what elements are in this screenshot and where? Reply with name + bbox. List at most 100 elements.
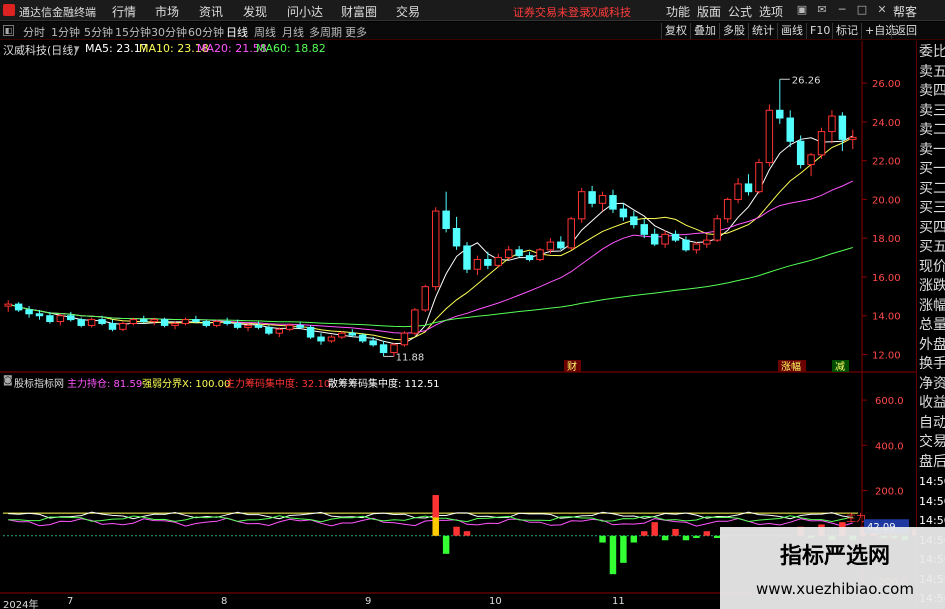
candle-body xyxy=(400,332,409,346)
candle-body xyxy=(46,315,54,323)
candle-body xyxy=(452,228,461,247)
price-tick-label: 24.00 xyxy=(872,118,901,129)
candle xyxy=(56,313,65,326)
candle-body xyxy=(286,324,294,330)
candle xyxy=(661,230,669,248)
candle-body xyxy=(171,322,179,326)
main-force-tag: 主力 xyxy=(846,512,866,525)
ma-lines xyxy=(8,135,854,345)
candle-body xyxy=(87,319,96,326)
candle-body xyxy=(369,340,377,346)
price-tick-label: 20.00 xyxy=(872,195,901,206)
candlestick-series[interactable] xyxy=(4,79,857,357)
candle-body xyxy=(160,319,169,326)
indicator-bar xyxy=(641,531,648,536)
candle-body xyxy=(4,303,12,307)
candle-body xyxy=(504,249,513,259)
candle xyxy=(452,216,461,250)
quote-panel-item: 买四 xyxy=(919,219,945,236)
candle-body xyxy=(25,309,33,315)
candle xyxy=(233,319,242,330)
indicator-bar xyxy=(599,535,606,543)
candle-body xyxy=(515,249,523,257)
candle-body xyxy=(296,324,304,328)
candle xyxy=(838,112,847,151)
quote-panel-item: 涨跌 xyxy=(919,278,945,294)
indicator-bar xyxy=(672,528,679,536)
candle-body xyxy=(119,322,127,330)
indicator-tick-label: 200.0 xyxy=(875,487,904,498)
candle-body xyxy=(682,239,690,251)
date-tick: 9 xyxy=(365,596,372,607)
candle-body xyxy=(619,208,628,218)
candle-body xyxy=(640,224,648,235)
candle-body xyxy=(661,233,669,245)
candle-body xyxy=(411,309,419,334)
indicator-bar xyxy=(651,522,658,536)
candle xyxy=(400,331,409,347)
indicator-main-position: 主力持仓: 81.59 xyxy=(67,379,143,390)
candle-body xyxy=(140,319,148,323)
date-tick: 8 xyxy=(221,596,228,607)
candle-body xyxy=(546,241,555,251)
quote-panel-item: 14:50 xyxy=(919,475,945,488)
candle xyxy=(379,340,388,357)
candle-body xyxy=(828,115,836,133)
event-tag-label: 涨幅 xyxy=(781,360,801,373)
price-tick-label: 22.00 xyxy=(872,157,901,168)
candle xyxy=(77,317,85,328)
candle-body xyxy=(421,286,430,311)
quote-panel-item: 14:50 xyxy=(919,494,945,508)
candle xyxy=(87,317,96,328)
watermark-title: 指标严选网 xyxy=(780,544,891,569)
candle xyxy=(181,317,190,326)
candle xyxy=(849,129,857,150)
candle xyxy=(306,325,315,339)
candle-body xyxy=(807,154,815,166)
candle-body xyxy=(734,183,742,200)
indicator-name[interactable]: 股标指标网 xyxy=(14,375,64,390)
candle-body xyxy=(744,183,753,193)
candle xyxy=(411,307,419,336)
quote-panel-item: 外盘 xyxy=(919,336,945,353)
quote-panel-item: 总量 xyxy=(919,317,945,333)
candle xyxy=(755,158,763,194)
quote-panel-item: 收益 xyxy=(919,395,945,411)
price-tick-label: 12.00 xyxy=(872,350,901,361)
indicator-bar xyxy=(693,535,700,538)
ma60-line xyxy=(8,247,853,328)
candle xyxy=(484,251,492,270)
candle-body xyxy=(338,332,346,338)
high-price-label: 26.26 xyxy=(792,75,821,86)
candle xyxy=(431,207,440,291)
date-tick: 11 xyxy=(612,596,625,607)
indicator-tick-label: 600.0 xyxy=(875,396,904,407)
candle-body xyxy=(390,344,398,354)
candle-body xyxy=(463,245,471,270)
candle-body xyxy=(557,241,565,249)
indicator-retail-concentration: 散筹筹码集中度: 112.51 xyxy=(328,379,440,390)
candle-body xyxy=(56,315,65,323)
chart-area[interactable]: 26.00 24.00 22.00 20.00 18.00 16.00 14.00 12.00… xyxy=(0,0,945,609)
indicator-settings-icon[interactable]: ◙ xyxy=(3,375,13,386)
candle xyxy=(817,127,826,159)
price-tick-label: 14.00 xyxy=(872,312,901,323)
candle-body xyxy=(14,303,23,311)
indicator-bar xyxy=(453,526,460,536)
candle-body xyxy=(265,326,273,334)
candle xyxy=(504,245,513,260)
candle xyxy=(25,306,33,318)
candle-body xyxy=(713,218,721,241)
price-annotations: 26.26 11.88 财 涨幅 减 xyxy=(383,75,849,373)
candle-body xyxy=(327,336,336,342)
low-price-label: 11.88 xyxy=(396,352,425,363)
candle-body xyxy=(431,210,440,288)
candle-body xyxy=(233,322,242,328)
candle-body xyxy=(67,315,75,321)
candle xyxy=(598,191,607,212)
price-tick-label: 16.00 xyxy=(872,273,901,284)
candle-body xyxy=(98,319,106,324)
candle-body xyxy=(671,233,680,241)
candle xyxy=(119,321,127,332)
candle-body xyxy=(577,191,586,220)
